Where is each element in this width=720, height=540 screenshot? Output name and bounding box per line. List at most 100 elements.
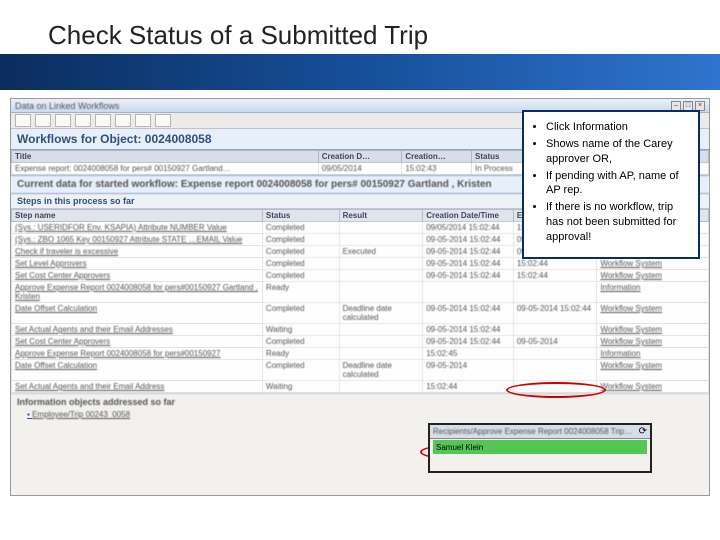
step-name-link[interactable]: Set Cost Center Approvers bbox=[15, 271, 110, 280]
hdr-time: 15:02:43 bbox=[402, 163, 472, 175]
toolbar-button[interactable] bbox=[155, 114, 171, 127]
step-name-link[interactable]: Approve Expense Report 0024008058 for pe… bbox=[15, 283, 258, 301]
step-status: Completed bbox=[262, 336, 339, 348]
col-step-name: Step name bbox=[12, 210, 263, 222]
callout-item: If pending with AP, name of AP rep. bbox=[546, 169, 688, 199]
title-gradient-bar bbox=[0, 54, 720, 90]
table-row[interactable]: Approve Expense Report 0024008058 for pe… bbox=[12, 348, 709, 360]
step-name-link[interactable]: Approve Expense Report 0024008058 for pe… bbox=[15, 349, 221, 358]
callout-item: Shows name of the Carey approver OR, bbox=[546, 137, 688, 167]
window-controls: – □ × bbox=[671, 101, 705, 111]
step-end: 09-05-2014 15:02:44 bbox=[513, 303, 597, 324]
table-row[interactable]: Date Offset Calculation CompletedDeadline… bbox=[12, 360, 709, 381]
step-creation: 09-05-2014 15:02:44 bbox=[423, 246, 514, 258]
step-status: Completed bbox=[262, 234, 339, 246]
step-creation: 09-05-2014 15:02:44 bbox=[423, 270, 514, 282]
table-row[interactable]: Set Cost Center Approvers Completed 09-05-… bbox=[12, 270, 709, 282]
maximize-button[interactable]: □ bbox=[683, 101, 693, 111]
step-status: Completed bbox=[262, 270, 339, 282]
step-name-link[interactable]: Date Offset Calculation bbox=[15, 304, 97, 313]
toolbar-button[interactable] bbox=[135, 114, 151, 127]
step-result bbox=[339, 234, 423, 246]
step-status: Ready bbox=[262, 282, 339, 303]
col-time: Creation… bbox=[402, 151, 472, 163]
step-status: Completed bbox=[262, 360, 339, 381]
toolbar-button[interactable] bbox=[115, 114, 131, 127]
step-creation: 15:02:44 bbox=[423, 381, 514, 393]
step-name-link[interactable]: Set Level Approvers bbox=[15, 259, 87, 268]
toolbar-button[interactable] bbox=[75, 114, 91, 127]
toolbar-button[interactable] bbox=[15, 114, 31, 127]
col-title: Title bbox=[12, 151, 319, 163]
step-end: 09-05-2014 bbox=[513, 336, 597, 348]
col-step-creation: Creation Date/Time bbox=[423, 210, 514, 222]
step-status: Completed bbox=[262, 222, 339, 234]
step-result: Executed bbox=[339, 246, 423, 258]
step-status: Ready bbox=[262, 348, 339, 360]
callout-item: If there is no workflow, trip has not be… bbox=[546, 200, 688, 245]
step-name-link[interactable]: Set Actual Agents and their Email Addres… bbox=[15, 325, 173, 334]
step-result bbox=[339, 336, 423, 348]
info-object-item[interactable]: ▪ Employee/Trip 00243_0058 bbox=[11, 410, 709, 419]
agent-link[interactable]: Workflow System bbox=[600, 271, 662, 280]
minimize-button[interactable]: – bbox=[671, 101, 681, 111]
col-step-result: Result bbox=[339, 210, 423, 222]
step-status: Completed bbox=[262, 246, 339, 258]
table-row[interactable]: Date Offset Calculation CompletedDeadline… bbox=[12, 303, 709, 324]
step-result bbox=[339, 270, 423, 282]
step-status: Waiting bbox=[262, 381, 339, 393]
step-creation: 15:02:45 bbox=[423, 348, 514, 360]
agent-link[interactable]: Workflow System bbox=[600, 325, 662, 334]
step-name-link[interactable]: Date Offset Calculation bbox=[15, 361, 97, 370]
step-name-link[interactable]: Set Cost Center Approvers bbox=[15, 337, 110, 346]
info-object-link[interactable]: Employee/Trip 00243_0058 bbox=[32, 410, 130, 419]
refresh-icon[interactable]: ⟳ bbox=[639, 426, 647, 437]
agent-link[interactable]: Workflow System bbox=[600, 259, 662, 268]
step-creation: 09/05/2014 15:02:44 bbox=[423, 222, 514, 234]
window-title: Data on Linked Workflows bbox=[15, 101, 119, 111]
table-row[interactable]: Set Level Approvers Completed 09-05-2014 1… bbox=[12, 258, 709, 270]
step-result: Deadline date calculated bbox=[339, 303, 423, 324]
step-result bbox=[339, 258, 423, 270]
step-result bbox=[339, 222, 423, 234]
hdr-date: 09/05/2014 bbox=[318, 163, 402, 175]
agent-link[interactable]: Workflow System bbox=[600, 382, 662, 391]
callout-item: Click Information bbox=[546, 120, 688, 135]
table-row[interactable]: Set Cost Center Approvers Completed 09-05-… bbox=[12, 336, 709, 348]
agent-link[interactable]: Information bbox=[600, 349, 640, 358]
callout-box: Click Information Shows name of the Care… bbox=[522, 110, 700, 259]
agent-row[interactable]: Samuel Klein bbox=[433, 440, 647, 454]
step-end bbox=[513, 360, 597, 381]
agent-link[interactable]: Workflow System bbox=[600, 361, 662, 370]
step-creation: 09-05-2014 15:02:44 bbox=[423, 258, 514, 270]
step-creation: 09-05-2014 bbox=[423, 360, 514, 381]
agent-link[interactable]: Information bbox=[600, 283, 640, 292]
slide-title: Check Status of a Submitted Trip bbox=[48, 14, 720, 54]
table-row[interactable]: Set Actual Agents and their Email Addres… bbox=[12, 324, 709, 336]
step-creation: 09-05-2014 15:02:44 bbox=[423, 303, 514, 324]
step-result bbox=[339, 282, 423, 303]
step-status: Completed bbox=[262, 258, 339, 270]
col-date: Creation D… bbox=[318, 151, 402, 163]
col-step-status: Status bbox=[262, 210, 339, 222]
agent-link[interactable]: Workflow System bbox=[600, 304, 662, 313]
toolbar-button[interactable] bbox=[95, 114, 111, 127]
step-result: Deadline date calculated bbox=[339, 360, 423, 381]
step-name-link[interactable]: (Sys.: USERIDFOR Env. KSAPIA) Attribute … bbox=[15, 223, 227, 232]
toolbar-button[interactable] bbox=[35, 114, 51, 127]
agents-popup-title: Recipients/Approve Expense Report 002400… bbox=[433, 427, 632, 436]
step-creation: 09-05-2014 15:02:44 bbox=[423, 234, 514, 246]
step-end: 15:02:44 bbox=[513, 270, 597, 282]
step-result bbox=[339, 348, 423, 360]
step-status: Completed bbox=[262, 303, 339, 324]
info-objects-label: Information objects addressed so far bbox=[11, 393, 709, 410]
step-name-link[interactable]: Set Actual Agents and their Email Addres… bbox=[15, 382, 164, 391]
close-button[interactable]: × bbox=[695, 101, 705, 111]
agent-name: Samuel Klein bbox=[436, 443, 483, 452]
step-name-link[interactable]: (Sys.: ZBO 1065 Key 00150927 Attribute S… bbox=[15, 235, 242, 244]
hdr-title: Expense report: 0024008058 for pers# 001… bbox=[12, 163, 319, 175]
agent-link[interactable]: Workflow System bbox=[600, 337, 662, 346]
toolbar-button[interactable] bbox=[55, 114, 71, 127]
table-row[interactable]: Approve Expense Report 0024008058 for pe… bbox=[12, 282, 709, 303]
step-name-link[interactable]: Check if traveler is excessive bbox=[15, 247, 118, 256]
